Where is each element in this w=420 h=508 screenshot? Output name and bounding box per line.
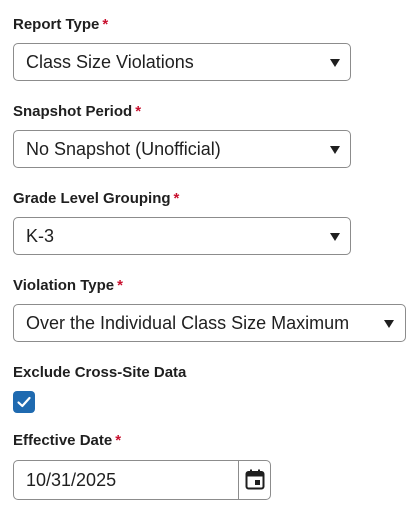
- grade-level-grouping-label: Grade Level Grouping *: [13, 190, 179, 207]
- grade-level-grouping-value: K-3: [26, 226, 55, 246]
- required-marker: *: [117, 277, 123, 294]
- required-marker: *: [102, 16, 109, 33]
- report-type-label: Report Type *: [13, 16, 108, 33]
- snapshot-period-value: No Snapshot (Unofficial): [26, 139, 221, 159]
- violation-type-label-text: Violation Type: [13, 277, 115, 294]
- chevron-down-icon: [330, 146, 340, 154]
- effective-date-field: [13, 460, 271, 500]
- exclude-cross-site-label: Exclude Cross-Site Data: [13, 364, 186, 381]
- report-type-value: Class Size Violations: [26, 52, 194, 72]
- snapshot-period-label-text: Snapshot Period: [13, 103, 133, 120]
- calendar-icon: [245, 469, 265, 490]
- required-marker: *: [135, 103, 142, 120]
- snapshot-period-select[interactable]: No Snapshot (Unofficial): [13, 130, 351, 168]
- violation-type-label: Violation Type *: [13, 277, 123, 294]
- required-marker: *: [173, 190, 180, 207]
- chevron-down-icon: [330, 233, 340, 241]
- grade-level-grouping-label-text: Grade Level Grouping: [13, 190, 171, 207]
- calendar-button[interactable]: [239, 461, 271, 499]
- grade-level-grouping-select[interactable]: K-3: [13, 217, 351, 255]
- effective-date-label: Effective Date *: [13, 432, 121, 449]
- exclude-cross-site-checkbox[interactable]: [13, 391, 35, 413]
- effective-date-label-text: Effective Date: [13, 432, 113, 449]
- exclude-cross-site-label-text: Exclude Cross-Site Data: [13, 364, 187, 381]
- snapshot-period-label: Snapshot Period *: [13, 103, 141, 120]
- report-type-select[interactable]: Class Size Violations: [13, 43, 351, 81]
- violation-type-select[interactable]: Over the Individual Class Size Maximum: [13, 304, 406, 342]
- chevron-down-icon: [330, 59, 340, 67]
- effective-date-input[interactable]: [14, 461, 238, 499]
- report-type-label-text: Report Type: [13, 16, 100, 33]
- required-marker: *: [115, 432, 122, 449]
- checkmark-icon: [17, 396, 31, 408]
- violation-type-value: Over the Individual Class Size Maximum: [26, 313, 350, 333]
- chevron-down-icon: [384, 320, 394, 328]
